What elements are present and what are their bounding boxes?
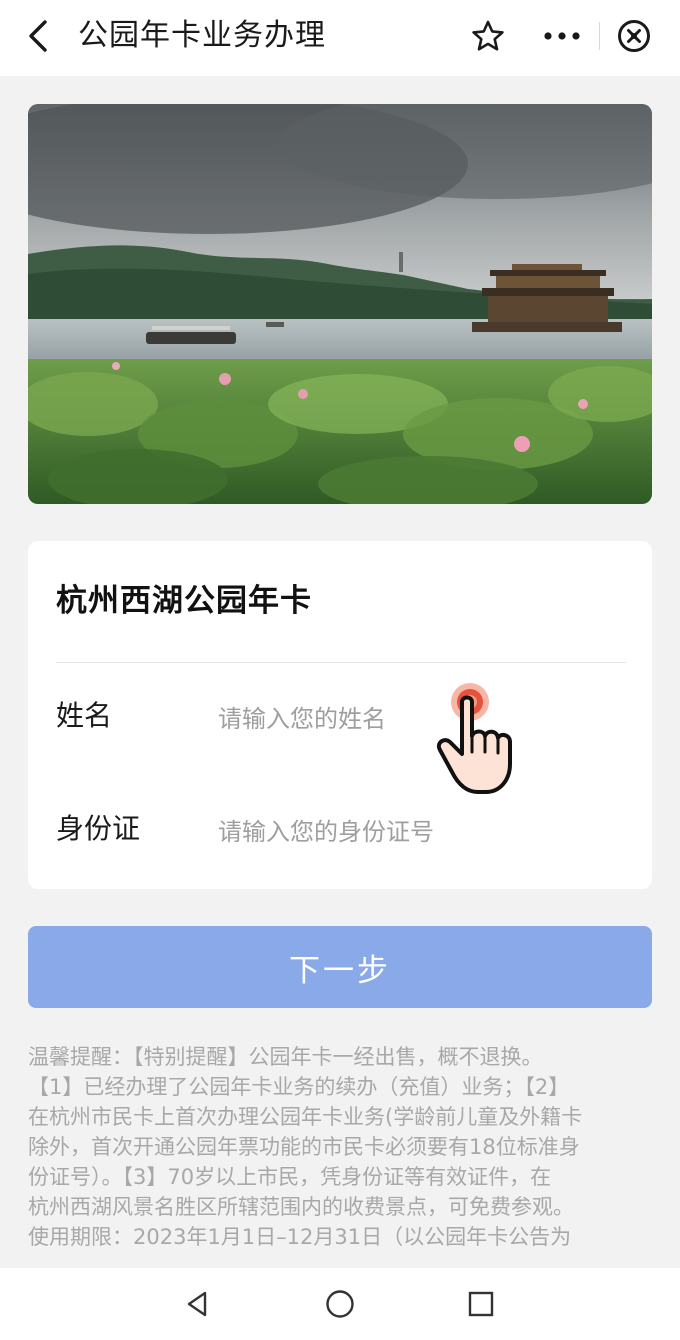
back-button[interactable]: [18, 14, 62, 58]
notice-text: 温馨提醒：【特别提醒】公园年卡一经出售，概不退换。 【1】已经办理了公园年卡业务…: [28, 1042, 658, 1268]
system-back-button[interactable]: [178, 1284, 218, 1324]
triangle-back-icon: [187, 1291, 207, 1317]
close-button[interactable]: [608, 10, 660, 62]
notice-line: 在杭州市民卡上首次办理公园年卡业务(学龄前儿童及外籍卡: [28, 1105, 583, 1129]
more-button[interactable]: [534, 10, 590, 62]
notice-line: 【1】已经办理了公园年卡业务的续办（充值）业务；【2】: [28, 1075, 570, 1099]
close-circle-icon: [618, 20, 650, 52]
card-title: 杭州西湖公园年卡: [56, 583, 312, 619]
star-icon: [472, 20, 504, 51]
id-card-label: 身份证: [56, 812, 141, 845]
notice-line: 份证号）。【3】70岁以上市民，凭身份证等有效证件，在: [28, 1165, 552, 1189]
id-card-input[interactable]: [218, 810, 618, 854]
hero-banner-image: [28, 104, 652, 504]
notice-line: 除外，首次开通公园年票功能的市民卡必须要有18位标准身: [28, 1135, 580, 1159]
system-recent-button[interactable]: [461, 1284, 501, 1324]
circle-home-icon: [326, 1290, 354, 1318]
name-input[interactable]: [218, 697, 618, 741]
card-divider: [56, 662, 626, 663]
name-label: 姓名: [56, 699, 113, 732]
page-title: 公园年卡业务办理: [78, 18, 326, 53]
notice-line: 温馨提醒：【特别提醒】公园年卡一经出售，概不退换。: [28, 1045, 543, 1069]
notice-line: 使用期限：2023年1月1日–12月31日（以公园年卡公告为: [28, 1225, 572, 1249]
favorite-button[interactable]: [462, 10, 514, 62]
more-dots-icon: [544, 32, 580, 40]
system-nav-bar: [0, 1268, 680, 1340]
next-step-button[interactable]: 下一步: [28, 926, 652, 1008]
mini-program-capsule: [462, 10, 668, 62]
notice-line: 杭州西湖风景名胜区所辖范围内的收费景点，可免费参观。: [28, 1195, 574, 1219]
chevron-left-icon: [29, 20, 47, 52]
west-lake-photo: [28, 104, 652, 504]
annual-card-form: 杭州西湖公园年卡 姓名 身份证: [28, 541, 652, 889]
top-nav-bar: 公园年卡业务办理: [0, 0, 680, 76]
square-recent-icon: [468, 1291, 494, 1317]
capsule-divider: [599, 22, 600, 50]
system-home-button[interactable]: [320, 1284, 360, 1324]
